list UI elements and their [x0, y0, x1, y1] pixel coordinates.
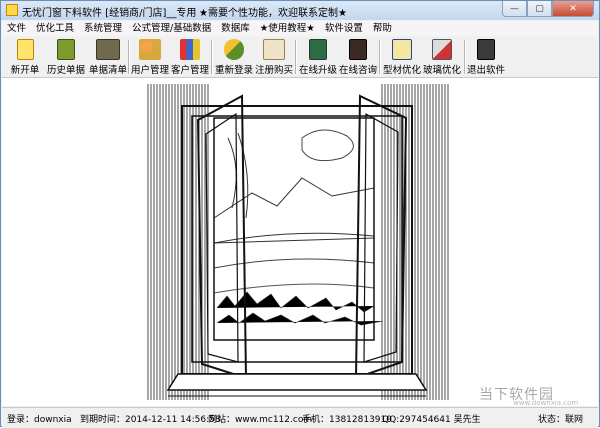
binders-icon [180, 39, 200, 60]
app-window: 无忧门窗下料软件 [经销商/门店]__专用 ★需要个性功能，欢迎联系定制★ — … [0, 0, 600, 428]
menu-database[interactable]: 数据库 [216, 21, 255, 36]
user-management-button[interactable]: 用户管理 [130, 37, 170, 77]
title-bar: 无忧门窗下料软件 [经销商/门店]__专用 ★需要个性功能，欢迎联系定制★ — … [1, 1, 599, 20]
key-icon [224, 39, 244, 60]
new-order-label: 新开单 [10, 65, 40, 76]
upgrade-icon [309, 39, 327, 60]
status-bar: 登录：downxia 到期时间：2014-12-11 14:56:58 网站：w… [2, 407, 598, 428]
maximize-button[interactable]: ▢ [527, 1, 552, 17]
new-document-icon [16, 39, 34, 60]
menu-system[interactable]: 系统管理 [79, 21, 127, 36]
online-upgrade-button[interactable]: 在线升级 [298, 37, 338, 77]
relogin-label: 重新登录 [214, 65, 253, 76]
exit-button[interactable]: 退出软件 [466, 37, 506, 77]
history-orders-label: 历史单据 [46, 65, 85, 76]
order-list-label: 单据清单 [88, 65, 127, 76]
app-icon [6, 4, 18, 16]
briefcase-icon [96, 39, 120, 60]
toolbar-separator [379, 40, 381, 74]
menu-optimize-tools[interactable]: 优化工具 [31, 21, 79, 36]
user-management-label: 用户管理 [130, 65, 169, 76]
menu-bar: 文件 优化工具 系统管理 公式管理/基础数据 数据库 ★使用教程★ 软件设置 帮… [2, 21, 598, 36]
toolbar: 新开单 历史单据 单据清单 用户管理 客户管理 重新登录 注册购买 在线升级 在… [2, 37, 598, 78]
profile-optimize-button[interactable]: 型材优化 [382, 37, 422, 77]
status-phone: 手机：13812813910 [302, 415, 392, 425]
minimize-button[interactable]: — [502, 1, 527, 17]
watermark-domain: www.downxia.com [513, 399, 579, 407]
menu-settings[interactable]: 软件设置 [320, 21, 368, 36]
glass-optimize-button[interactable]: 玻璃优化 [422, 37, 462, 77]
status-state: 状态：联网 [538, 415, 584, 425]
toolbar-separator [295, 40, 297, 74]
register-label: 注册购买 [254, 65, 293, 76]
exit-icon [477, 39, 495, 60]
minimize-icon: — [510, 3, 519, 14]
glass-optimize-label: 玻璃优化 [422, 65, 461, 76]
menu-tutorial[interactable]: ★使用教程★ [255, 21, 320, 36]
close-icon: ✕ [569, 3, 577, 14]
online-consult-label: 在线咨询 [338, 65, 377, 76]
exit-label: 退出软件 [466, 65, 505, 76]
history-orders-button[interactable]: 历史单据 [44, 37, 88, 77]
status-login: 登录：downxia [7, 415, 72, 425]
profile-chart-icon [392, 39, 412, 60]
status-website: 网站：www.mc112.com [208, 415, 313, 425]
window-controls: — ▢ ✕ [502, 1, 594, 17]
title-notice: ★需要个性功能，欢迎联系定制★ [199, 8, 347, 19]
register-button[interactable]: 注册购买 [254, 37, 294, 77]
menu-formula[interactable]: 公式管理/基础数据 [127, 21, 216, 36]
glass-tool-icon [432, 39, 452, 60]
relogin-button[interactable]: 重新登录 [214, 37, 254, 77]
menu-help[interactable]: 帮助 [368, 21, 397, 36]
maximize-icon: ▢ [535, 3, 544, 14]
order-list-button[interactable]: 单据清单 [88, 37, 128, 77]
customer-management-label: 客户管理 [170, 65, 209, 76]
main-canvas [2, 78, 598, 406]
close-button[interactable]: ✕ [552, 1, 594, 17]
certificate-icon [263, 39, 285, 60]
new-order-button[interactable]: 新开单 [8, 37, 42, 77]
profile-optimize-label: 型材优化 [382, 65, 421, 76]
customer-management-button[interactable]: 客户管理 [170, 37, 210, 77]
users-icon [139, 39, 161, 60]
menu-file[interactable]: 文件 [2, 21, 31, 36]
notebook-icon [57, 39, 75, 60]
toolbar-separator [211, 40, 213, 74]
online-upgrade-label: 在线升级 [298, 65, 337, 76]
status-expiry: 到期时间：2014-12-11 14:56:58 [80, 415, 221, 425]
window-illustration [147, 84, 449, 400]
status-qq: QQ:297454641 吴先生 [382, 415, 481, 425]
chat-icon [349, 39, 367, 60]
online-consult-button[interactable]: 在线咨询 [338, 37, 378, 77]
window-title: 无忧门窗下料软件 [经销商/门店]__专用 [22, 8, 197, 19]
